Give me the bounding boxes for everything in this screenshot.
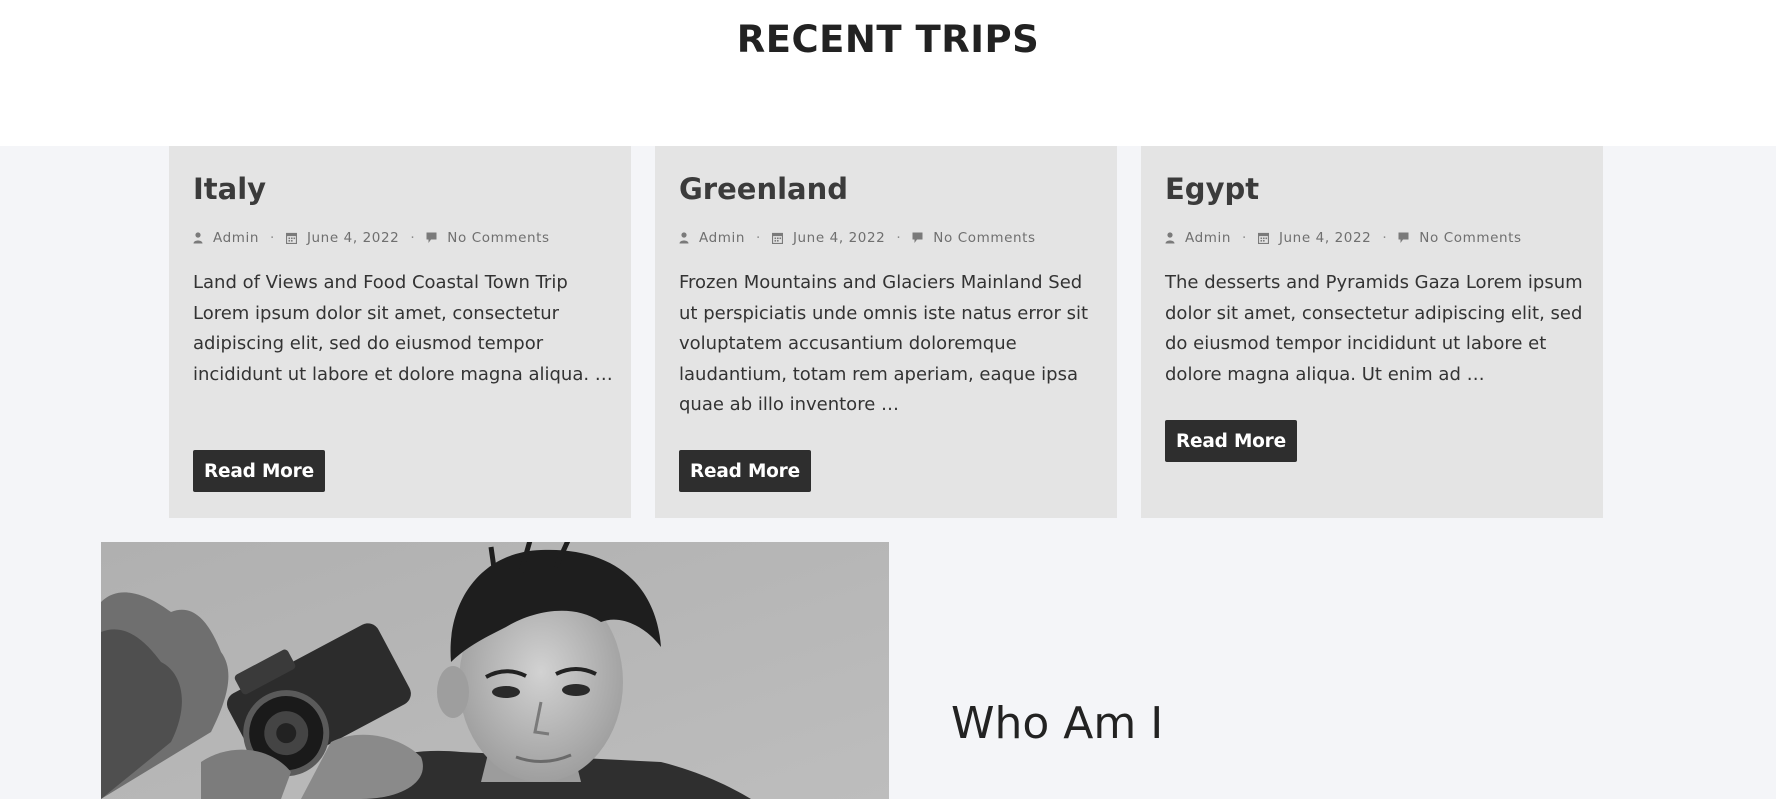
comment-icon (912, 232, 923, 244)
meta-separator: · (1242, 230, 1247, 246)
post-date-label: June 4, 2022 (792, 230, 886, 246)
post-date[interactable]: June 4, 2022 (285, 230, 400, 246)
post-title[interactable]: Italy (193, 172, 266, 206)
meta-separator: · (756, 230, 761, 246)
comment-icon (1398, 232, 1409, 244)
comment-icon (426, 232, 437, 244)
meta-separator: · (410, 230, 416, 246)
meta-separator: · (896, 230, 902, 246)
post-date[interactable]: June 4, 2022 (1257, 230, 1372, 246)
post-card-egypt: Egypt Admin · June 4, 2022 · No Comments… (1141, 146, 1603, 518)
meta-separator: · (1382, 230, 1388, 246)
post-author[interactable]: Admin (679, 230, 745, 246)
calendar-icon (285, 232, 297, 244)
post-comments-label: No Comments (1419, 230, 1522, 246)
read-more-button[interactable]: Read More (1165, 420, 1297, 462)
post-excerpt: Land of Views and Food Coastal Town Trip… (193, 272, 613, 385)
post-date-label: June 4, 2022 (306, 230, 400, 246)
post-title[interactable]: Greenland (679, 172, 848, 206)
user-icon (193, 232, 203, 244)
post-author-label: Admin (213, 230, 260, 246)
post-card-italy: Italy Admin · June 4, 2022 · No Comments… (169, 146, 631, 518)
author-photo (101, 542, 889, 799)
meta-separator: · (270, 230, 275, 246)
post-author[interactable]: Admin (193, 230, 259, 246)
post-date-label: June 4, 2022 (1278, 230, 1372, 246)
post-date[interactable]: June 4, 2022 (771, 230, 886, 246)
post-excerpt: Frozen Mountains and Glaciers Mainland S… (679, 272, 1089, 415)
post-card-greenland: Greenland Admin · June 4, 2022 · No Comm… (655, 146, 1117, 518)
post-meta: Admin · June 4, 2022 · No Comments (1165, 230, 1522, 246)
post-comments[interactable]: No Comments (426, 230, 549, 246)
post-meta: Admin · June 4, 2022 · No Comments (679, 230, 1036, 246)
read-more-button[interactable]: Read More (193, 450, 325, 492)
post-comments-label: No Comments (447, 230, 550, 246)
user-icon (1165, 232, 1175, 244)
post-author-label: Admin (699, 230, 746, 246)
post-title[interactable]: Egypt (1165, 172, 1259, 206)
user-icon (679, 232, 689, 244)
calendar-icon (1257, 232, 1269, 244)
post-meta: Admin · June 4, 2022 · No Comments (193, 230, 550, 246)
post-author-label: Admin (1185, 230, 1232, 246)
calendar-icon (771, 232, 783, 244)
post-comments[interactable]: No Comments (912, 230, 1035, 246)
read-more-button[interactable]: Read More (679, 450, 811, 492)
section-title: RECENT TRIPS (736, 18, 1040, 61)
post-author[interactable]: Admin (1165, 230, 1231, 246)
post-comments-label: No Comments (933, 230, 1036, 246)
post-excerpt: The desserts and Pyramids Gaza Lorem ips… (1165, 272, 1583, 385)
post-comments[interactable]: No Comments (1398, 230, 1521, 246)
about-title: Who Am I (951, 698, 1164, 749)
